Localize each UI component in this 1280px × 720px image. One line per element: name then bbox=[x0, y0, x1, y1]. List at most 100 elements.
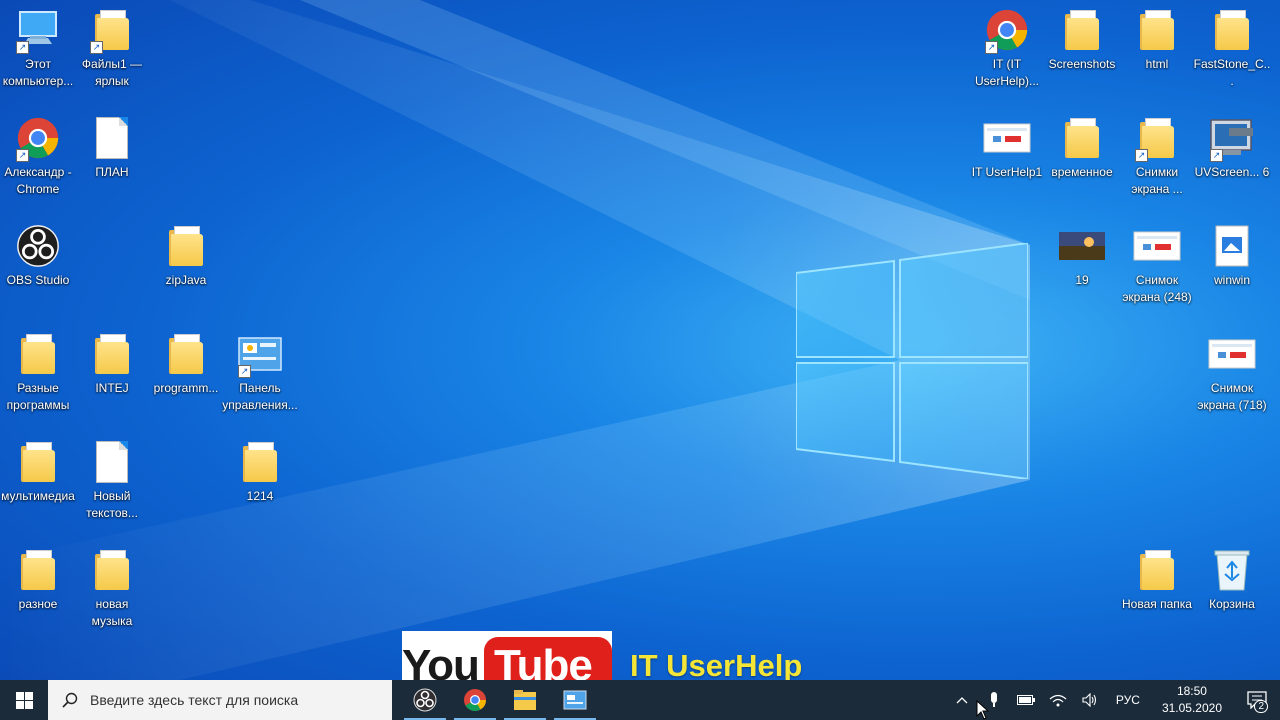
system-tray: РУС 18:50 31.05.2020 2 bbox=[946, 680, 1280, 720]
desktop-icon-label: FastStone_C... bbox=[1193, 57, 1271, 88]
action-center-button[interactable]: 2 bbox=[1234, 680, 1280, 720]
doc-image-icon bbox=[1208, 222, 1256, 270]
taskbar-search-box[interactable]: Введите здесь текст для поиска bbox=[48, 680, 392, 720]
desktop-icon[interactable]: Разные программы bbox=[0, 330, 76, 414]
desktop-icon-label: ПЛАН bbox=[95, 165, 129, 179]
clock-time: 18:50 bbox=[1176, 684, 1207, 698]
desktop-icon[interactable]: новая музыка bbox=[74, 546, 150, 630]
desktop-icon[interactable]: programm... bbox=[148, 330, 224, 397]
desktop-icon[interactable]: ↗ Этот компьютер... bbox=[0, 6, 76, 90]
desktop-icon-label: Файлы1 — ярлык bbox=[81, 57, 143, 88]
desktop-icon[interactable]: html bbox=[1119, 6, 1195, 73]
control-panel-icon bbox=[563, 690, 587, 710]
desktop-icon[interactable]: INTEJ bbox=[74, 330, 150, 397]
desktop-icon[interactable]: Новая папка bbox=[1119, 546, 1195, 613]
windows-start-icon bbox=[15, 691, 33, 709]
desktop-icon-label: временное bbox=[1051, 165, 1113, 179]
taskbar-obs[interactable] bbox=[400, 680, 450, 720]
desktop-icon[interactable]: ↗ Панель управления... bbox=[222, 330, 298, 414]
desktop-icon[interactable]: 19 bbox=[1044, 222, 1120, 289]
chrome-icon: ↗ bbox=[14, 114, 62, 162]
taskbar-file-explorer[interactable] bbox=[500, 680, 550, 720]
clock-date: 31.05.2020 bbox=[1161, 701, 1222, 715]
battery-icon bbox=[1016, 695, 1035, 705]
shortcut-arrow-icon: ↗ bbox=[90, 41, 103, 54]
show-hidden-icons-button[interactable] bbox=[946, 680, 978, 720]
chrome-icon bbox=[464, 689, 486, 711]
desktop-icon-label: 1214 bbox=[246, 489, 274, 503]
desktop-icon[interactable]: ↗ UVScreen... 6 bbox=[1194, 114, 1270, 181]
clock[interactable]: 18:50 31.05.2020 bbox=[1150, 683, 1234, 717]
channel-brand: IT UserHelp bbox=[630, 648, 803, 683]
start-button[interactable] bbox=[0, 680, 48, 720]
doc-icon bbox=[88, 114, 136, 162]
desktop-icon[interactable]: временное bbox=[1044, 114, 1120, 181]
desktop-icon-label: Панель управления... bbox=[222, 381, 298, 412]
desktop: ↗ Этот компьютер... ↗ Файлы1 — ярлык ↗ Алекса… bbox=[0, 0, 1280, 680]
desktop-icon[interactable]: ↗ Снимки экрана ... bbox=[1119, 114, 1195, 198]
chrome-icon: ↗ bbox=[983, 6, 1031, 54]
desktop-icon-label: html bbox=[1145, 57, 1169, 71]
mouse-cursor-icon bbox=[976, 700, 989, 720]
desktop-icon-label: Александр - Chrome bbox=[4, 165, 72, 196]
folder-icon: ↗ bbox=[88, 6, 136, 54]
desktop-icon[interactable]: FastStone_C... bbox=[1194, 6, 1270, 90]
desktop-icon[interactable]: OBS Studio bbox=[0, 222, 76, 289]
desktop-icon[interactable]: Новый текстов... bbox=[74, 438, 150, 522]
control-panel-icon: ↗ bbox=[236, 330, 284, 378]
desktop-icon-label: Новый текстов... bbox=[86, 489, 138, 520]
desktop-icon-label: INTEJ bbox=[95, 381, 129, 395]
desktop-icon[interactable]: winwin bbox=[1194, 222, 1270, 289]
obs-icon bbox=[14, 222, 62, 270]
microphone-icon bbox=[990, 692, 997, 707]
volume-tray[interactable] bbox=[1074, 680, 1106, 720]
network-tray[interactable] bbox=[1042, 680, 1074, 720]
desktop-icon-label: Снимок экрана (718) bbox=[1197, 381, 1267, 412]
desktop-icon[interactable]: ↗ Александр - Chrome bbox=[0, 114, 76, 198]
search-placeholder: Введите здесь текст для поиска bbox=[90, 692, 299, 708]
folder-icon bbox=[14, 546, 62, 594]
desktop-icon[interactable]: Снимок экрана (248) bbox=[1119, 222, 1195, 306]
photo-icon bbox=[1058, 222, 1106, 270]
desktop-icon[interactable]: Screenshots bbox=[1044, 6, 1120, 73]
desktop-icon[interactable]: ПЛАН bbox=[74, 114, 150, 181]
desktop-icon-label: Screenshots bbox=[1048, 57, 1116, 71]
shortcut-arrow-icon: ↗ bbox=[16, 149, 29, 162]
desktop-icon[interactable]: zipJava bbox=[148, 222, 224, 289]
shortcut-arrow-icon: ↗ bbox=[16, 41, 29, 54]
folder-icon bbox=[1133, 6, 1181, 54]
desktop-icon[interactable]: 1214 bbox=[222, 438, 298, 505]
desktop-icon-label: разное bbox=[18, 597, 58, 611]
desktop-icon-label: IT UserHelp1 bbox=[971, 165, 1043, 179]
youtube-you-text: You bbox=[402, 641, 480, 680]
desktop-icon-label: новая музыка bbox=[91, 597, 133, 628]
shortcut-arrow-icon: ↗ bbox=[985, 41, 998, 54]
doc-icon bbox=[88, 438, 136, 486]
image-icon bbox=[1208, 330, 1256, 378]
desktop-icon[interactable]: ↗ Файлы1 — ярлык bbox=[74, 6, 150, 90]
obs-icon bbox=[413, 688, 437, 712]
input-language[interactable]: РУС bbox=[1106, 693, 1150, 707]
folder-icon bbox=[14, 330, 62, 378]
desktop-icon[interactable]: IT UserHelp1 bbox=[969, 114, 1045, 181]
desktop-icon-label: programm... bbox=[153, 381, 219, 395]
desktop-icon-label: Корзина bbox=[1209, 597, 1255, 611]
folder-icon bbox=[1208, 6, 1256, 54]
desktop-icon[interactable]: Корзина bbox=[1194, 546, 1270, 613]
recycle-bin-icon bbox=[1208, 546, 1256, 594]
desktop-icon[interactable]: разное bbox=[0, 546, 76, 613]
desktop-icon-label: 19 bbox=[1075, 273, 1089, 287]
taskbar-control-panel[interactable] bbox=[550, 680, 600, 720]
desktop-icon[interactable]: Снимок экрана (718) bbox=[1194, 330, 1270, 414]
youtube-logo: You Tube bbox=[402, 631, 612, 680]
wifi-icon bbox=[1049, 694, 1067, 707]
shortcut-arrow-icon: ↗ bbox=[238, 365, 251, 378]
taskbar-chrome[interactable] bbox=[450, 680, 500, 720]
folder-pdf-icon bbox=[162, 330, 210, 378]
desktop-icon-label: UVScreen... 6 bbox=[1194, 165, 1270, 179]
desktop-icon[interactable]: ↗ IT (IT UserHelp)... bbox=[969, 6, 1045, 90]
app-icon: ↗ bbox=[1208, 114, 1256, 162]
desktop-icon[interactable]: мультимедиа bbox=[0, 438, 76, 505]
folder-pdf-icon bbox=[1058, 114, 1106, 162]
battery-tray[interactable] bbox=[1010, 680, 1042, 720]
